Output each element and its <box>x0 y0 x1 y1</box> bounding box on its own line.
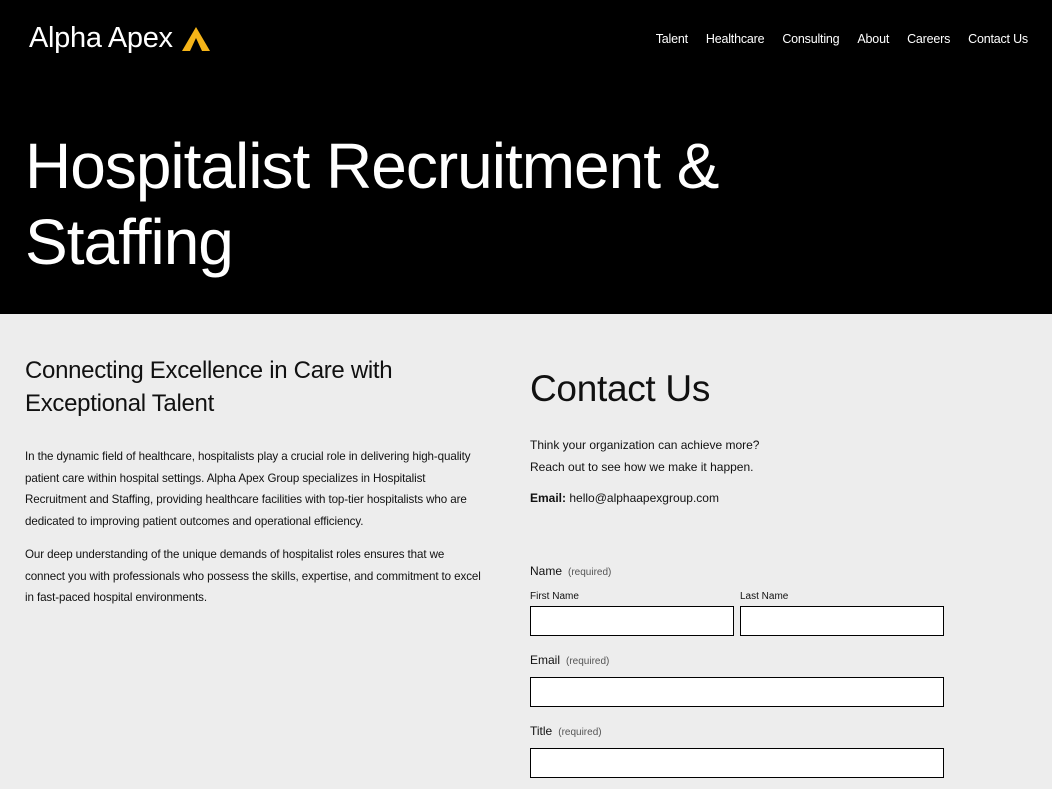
name-label-text: Name <box>530 564 563 578</box>
last-name-col: Last Name <box>740 591 944 636</box>
contact-title: Contact Us <box>530 368 711 409</box>
title-input[interactable] <box>530 748 944 778</box>
intro-paragraph: Our deep understanding of the unique dem… <box>25 548 481 604</box>
email-field-label: Email (required) <box>530 652 944 670</box>
nav-contact-us[interactable]: Contact Us <box>968 32 1028 46</box>
title-field-label: Title (required) <box>530 723 944 741</box>
nav-about[interactable]: About <box>857 32 889 46</box>
apex-triangle-icon <box>181 26 210 51</box>
email-field-group: Email (required) <box>530 652 944 707</box>
last-name-label: Last Name <box>740 591 789 602</box>
main-content: Connecting Excellence in Care with Excep… <box>0 314 1052 789</box>
title-field-label-text: Title <box>530 724 553 738</box>
contact-tagline-2: Reach out to see how we make it happen. <box>530 460 754 474</box>
contact-email: Email: hello@alphaapexgroup.com <box>530 488 944 508</box>
contact-tagline-1: Think your organization can achieve more… <box>530 438 760 452</box>
logo-text: Alpha Apex <box>29 22 173 54</box>
first-name-col: First Name <box>530 591 734 636</box>
intro-paragraph: In the dynamic field of healthcare, hosp… <box>25 450 471 528</box>
first-name-label: First Name <box>530 591 579 602</box>
nav-consulting[interactable]: Consulting <box>782 32 839 46</box>
required-marker: (required) <box>566 656 610 667</box>
site-header: Alpha Apex Talent Healthcare Consulting Abo… <box>0 0 1052 314</box>
first-name-input[interactable] <box>530 606 734 636</box>
last-name-input[interactable] <box>740 606 944 636</box>
email-field-label-text: Email <box>530 653 561 667</box>
name-field-group: Name (required) First Name Last Name <box>530 563 944 636</box>
contact-section: Contact Us Think your organization can a… <box>530 368 944 508</box>
email-address-link[interactable]: hello@alphaapexgroup.com <box>569 491 719 505</box>
page-title: Hospitalist Recruitment & Staffing <box>25 130 719 278</box>
nav-healthcare[interactable]: Healthcare <box>706 32 765 46</box>
name-label: Name (required) <box>530 563 944 581</box>
intro-heading: Connecting Excellence in Care with Excep… <box>25 357 393 417</box>
logo[interactable]: Alpha Apex <box>29 22 211 55</box>
title-field-group: Title (required) <box>530 723 944 778</box>
main-nav: Talent Healthcare Consulting About Careers Co… <box>656 32 1028 46</box>
email-label: Email: <box>530 491 567 505</box>
name-row: First Name Last Name <box>530 591 944 636</box>
contact-form: Name (required) First Name Last Name Emai… <box>530 563 944 778</box>
email-input[interactable] <box>530 677 944 707</box>
required-marker: (required) <box>558 727 602 738</box>
nav-talent[interactable]: Talent <box>656 32 688 46</box>
nav-careers[interactable]: Careers <box>907 32 950 46</box>
intro-section: Connecting Excellence in Care with Excep… <box>25 354 485 621</box>
required-marker: (required) <box>568 567 612 578</box>
